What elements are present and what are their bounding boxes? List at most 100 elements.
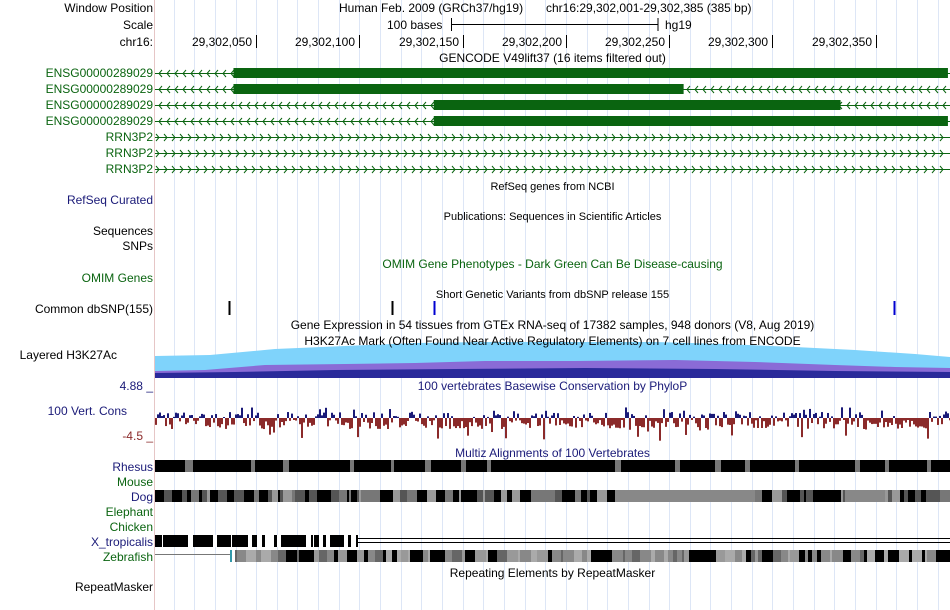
conservation-bar [543, 418, 545, 440]
gencode-item-label[interactable]: RRN3P2 [106, 146, 153, 160]
alignment-block-zebrafish [755, 550, 758, 562]
conservation-bar [793, 414, 795, 418]
conservation-bar [677, 418, 679, 427]
chrom-label: chr16: [119, 35, 153, 49]
conservation-bar [739, 414, 741, 418]
alignment-block-dog [393, 490, 400, 502]
gencode-item-label[interactable]: RRN3P2 [106, 130, 153, 144]
conservation-bar [461, 418, 463, 422]
alignment-block-xtropicalis [270, 535, 274, 547]
alignment-block-zebrafish [587, 550, 591, 562]
alignment-block-dog [787, 490, 792, 502]
refseq-track-label[interactable]: RefSeq Curated [67, 193, 153, 207]
conservation-bar [567, 418, 569, 424]
conservation-bar [695, 418, 697, 424]
alignment-block-xtropicalis [326, 535, 330, 547]
h3k27ac-track-label[interactable]: Layered H3K27Ac [20, 348, 117, 362]
alignment-block-dog [403, 490, 407, 502]
dbsnp-track-label[interactable]: Common dbSNP(155) [35, 302, 153, 316]
gencode-item-label[interactable]: ENSG00000289029 [46, 82, 153, 96]
repeatmasker-track-label[interactable]: RepeatMasker [75, 580, 153, 594]
alignment-block-zebrafish [383, 550, 386, 562]
conservation-bar [413, 414, 415, 418]
sequences-track-label[interactable]: Sequences [93, 224, 153, 238]
conservation-bar [303, 418, 305, 423]
species-label[interactable]: Mouse [117, 475, 153, 489]
alignment-block-zebrafish [486, 550, 488, 562]
conservation-bar [653, 418, 655, 428]
alignment-block-xtropicalis [281, 535, 284, 547]
conservation-bar [691, 418, 693, 421]
alignment-block-zebrafish [531, 550, 537, 562]
species-label[interactable]: Rhesus [112, 460, 153, 474]
conservation-bar [627, 412, 629, 418]
conservation-bar [889, 418, 891, 423]
gencode-item-label[interactable]: RRN3P2 [106, 162, 153, 176]
conservation-bar [619, 418, 621, 429]
alignment-block-zebrafish [439, 550, 445, 562]
ruler-tick-label: 29,302,200 [501, 35, 562, 49]
species-label[interactable]: Dog [131, 490, 153, 504]
conservation-bar [489, 418, 491, 424]
conservation-bar [453, 418, 455, 427]
alignment-block-zebrafish [428, 550, 430, 562]
conservation-bar [905, 418, 907, 423]
gencode-item-label[interactable]: ENSG00000289029 [46, 98, 153, 112]
conservation-bar [859, 412, 861, 418]
conservation-bar [861, 414, 863, 418]
alignment-block-dog [327, 490, 331, 502]
alignment-block-dog [382, 490, 388, 502]
conservation-bar [477, 418, 479, 427]
alignment-block-dog [331, 490, 339, 502]
alignment-block-xtropicalis [348, 535, 351, 547]
species-label[interactable]: Zebrafish [103, 550, 153, 564]
conservation-bar [199, 416, 201, 418]
conservation-bar [825, 418, 827, 424]
gencode-item-label[interactable]: ENSG00000289029 [46, 66, 153, 80]
alignment-block-zebrafish [888, 550, 899, 562]
conservation-bar [547, 416, 549, 418]
alignment-block-zebrafish [278, 550, 286, 562]
conservation-bar [271, 418, 273, 427]
alignment-block-xtropicalis [199, 535, 202, 547]
conservation-bar [573, 415, 575, 418]
ruler-tick [566, 35, 567, 48]
alignment-block-zebrafish [430, 550, 439, 562]
conservation-bar [765, 418, 767, 428]
alignment-block-dog [571, 490, 575, 502]
conservation-bar [241, 407, 243, 418]
conservation-bar [509, 418, 511, 422]
alignment-block-zebrafish [790, 550, 799, 562]
conservation-bar [423, 418, 425, 426]
alignment-block-dog [400, 490, 403, 502]
alignment-block-dog [555, 490, 562, 502]
gencode-item-label[interactable]: ENSG00000289029 [46, 114, 153, 128]
species-label[interactable]: Elephant [106, 505, 153, 519]
conservation-bar [293, 418, 295, 421]
conservation-bar [643, 418, 645, 428]
conservation-bar [563, 418, 565, 424]
conservation-track-label[interactable]: 100 Vert. Cons [48, 404, 127, 418]
alignment-block-dog [210, 490, 218, 502]
species-label[interactable]: X_tropicalis [91, 535, 153, 549]
alignment-block-rhesus [795, 460, 799, 472]
alignment-block-zebrafish [742, 550, 746, 562]
conservation-bar [803, 409, 805, 418]
track-image[interactable]: Human Feb. 2009 (GRCh37/hg19) chr16:29,3… [155, 0, 950, 610]
conservation-bar [407, 418, 409, 421]
species-label[interactable]: Chicken [110, 520, 153, 534]
conservation-bar [295, 418, 297, 421]
alignment-block-xtropicalis [220, 535, 226, 547]
alignment-block-zebrafish [261, 550, 271, 562]
conservation-bar [513, 411, 515, 418]
alignment-block-zebrafish [612, 550, 623, 562]
conservation-bar [555, 418, 557, 426]
conservation-bar [349, 418, 351, 429]
omim-track-label[interactable]: OMIM Genes [82, 271, 153, 285]
alignment-block-dog [597, 490, 607, 502]
genome-browser-image[interactable]: Window Position Scale chr16: ENSG0000028… [0, 0, 950, 610]
alignment-block-dog [587, 490, 590, 502]
conservation-bar [239, 415, 241, 418]
conservation-bar [285, 418, 287, 422]
snps-track-label[interactable]: SNPs [122, 239, 153, 253]
